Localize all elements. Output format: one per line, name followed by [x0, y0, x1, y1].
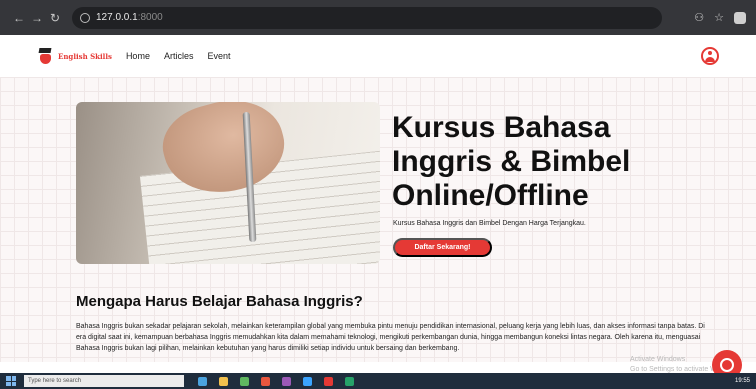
url-host: 127.0.0.1 [96, 12, 138, 23]
bookmark-star-icon[interactable]: ☆ [714, 11, 724, 24]
key-icon[interactable]: ⚇ [694, 11, 704, 24]
app-icon[interactable] [240, 376, 249, 386]
nav-link-articles[interactable]: Articles [164, 51, 194, 61]
back-icon[interactable]: ← [10, 11, 28, 25]
hero-image [76, 102, 380, 264]
logo-text[interactable]: English Skills [58, 52, 112, 61]
url-port: :8000 [137, 12, 163, 23]
whatsapp-icon [720, 358, 734, 372]
site-info-icon[interactable] [80, 12, 90, 23]
address-bar[interactable]: 127.0.0.1:8000 [72, 6, 662, 29]
chrome-icon[interactable] [324, 376, 333, 386]
hero-title: Kursus Bahasa Inggris & Bimbel Online/Of… [392, 111, 631, 212]
section-body: Bahasa Inggris bukan sekadar pelajaran s… [76, 323, 705, 352]
system-tray[interactable]: 19:55 [735, 378, 750, 385]
reload-icon[interactable]: ↻ [46, 11, 64, 25]
main-content: Kursus Bahasa Inggris & Bimbel Online/Of… [0, 77, 756, 373]
site-header: English Skills Home Articles Event [0, 35, 756, 77]
browser-toolbar: ← → ↻ 127.0.0.1:8000 ⚇ ☆ [0, 0, 756, 35]
section-title: Mengapa Harus Belajar Bahasa Inggris? [76, 293, 363, 310]
app-icon[interactable] [261, 376, 270, 386]
extensions-icon[interactable] [734, 11, 746, 24]
vscode-icon[interactable] [303, 376, 312, 386]
windows-taskbar: Type here to search 19:55 [0, 373, 756, 389]
hero-subtitle: Kursus Bahasa Inggris dan Bimbel Dengan … [393, 220, 586, 227]
profile-icon[interactable] [701, 47, 719, 65]
file-explorer-icon[interactable] [219, 376, 228, 386]
windows-start-icon[interactable] [6, 376, 16, 386]
nav-link-event[interactable]: Event [207, 51, 230, 61]
nav-link-home[interactable]: Home [126, 51, 150, 61]
app-icon[interactable] [345, 376, 354, 386]
taskbar-search-input[interactable]: Type here to search [24, 375, 184, 387]
forward-icon[interactable]: → [28, 11, 46, 25]
taskbar-apps [198, 376, 354, 386]
register-button[interactable]: Daftar Sekarang! [393, 238, 492, 257]
app-icon[interactable] [282, 376, 291, 386]
edge-icon[interactable] [198, 376, 207, 386]
clock-time: 19:55 [734, 377, 750, 384]
taskbar-search-placeholder: Type here to search [28, 378, 82, 384]
logo-icon[interactable] [37, 48, 53, 64]
